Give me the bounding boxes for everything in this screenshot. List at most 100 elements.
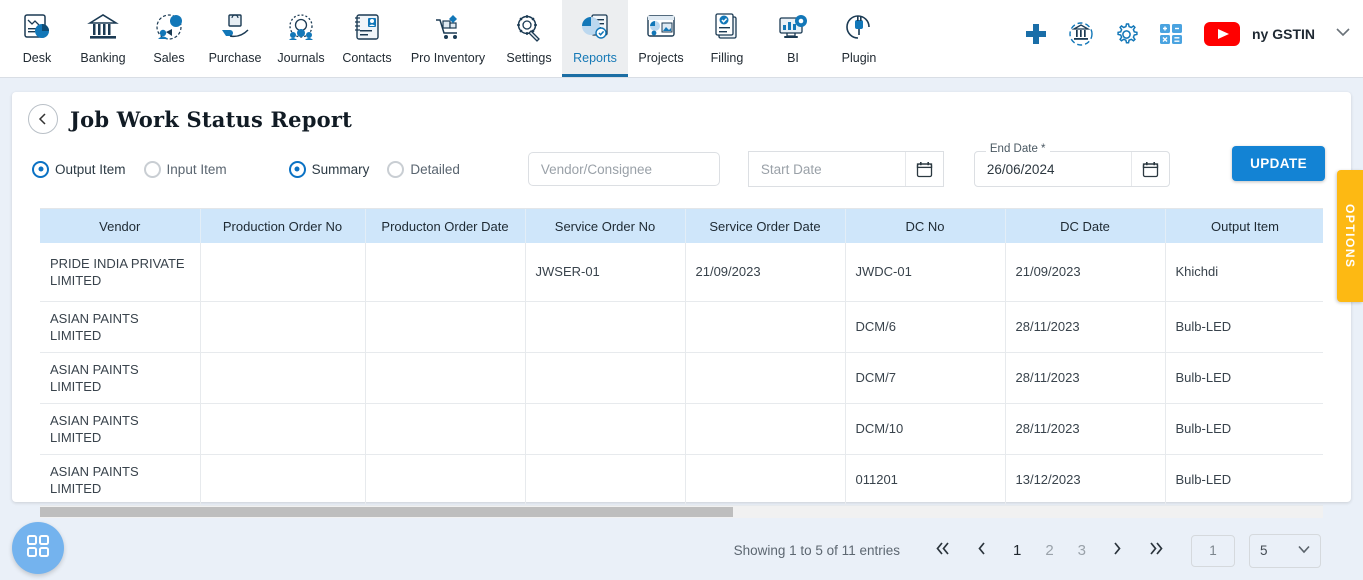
cell-production-order-date (365, 301, 526, 353)
report-table: Vendor Production Order No Producton Ord… (40, 209, 1323, 506)
nav-item-settings[interactable]: Settings (496, 0, 562, 77)
vendor-consignee-input[interactable]: Vendor/Consignee (527, 152, 720, 186)
table-body: PRIDE INDIA PRIVATE LIMITED JWSER-01 21/… (40, 243, 1323, 506)
radio-group-detail-mode: Summary Detailed (288, 160, 478, 178)
nav-item-reports[interactable]: Reports (562, 0, 628, 77)
cell-production-order-no (200, 454, 366, 506)
table-row[interactable]: ASIAN PAINTS LIMITED DCM/10 28/11/2023 B… (40, 403, 1323, 455)
options-side-tab[interactable]: OPTIONS (1337, 170, 1363, 302)
page-number-input[interactable]: 1 (1191, 534, 1235, 567)
reports-icon (578, 6, 612, 50)
scrollbar-thumb[interactable] (40, 506, 733, 517)
back-button[interactable] (28, 104, 58, 134)
col-production-order-date[interactable]: Producton Order Date (365, 209, 526, 243)
col-dc-date[interactable]: DC Date (1005, 209, 1166, 243)
col-service-order-date[interactable]: Service Order Date (685, 209, 846, 243)
cell-production-order-date (365, 243, 526, 302)
end-date-field: End Date * 26/06/2024 (973, 143, 1170, 187)
contacts-icon (350, 6, 384, 50)
end-date-input[interactable]: 26/06/2024 (973, 151, 1170, 187)
radio-output-item[interactable]: Output Item (32, 160, 126, 178)
radio-group-item-type: Output Item Input Item (32, 160, 245, 178)
chevron-right-icon[interactable] (1098, 537, 1136, 564)
nav-item-projects[interactable]: Projects (628, 0, 694, 77)
page-title: Job Work Status Report (70, 106, 352, 132)
table-row[interactable]: ASIAN PAINTS LIMITED DCM/6 28/11/2023 Bu… (40, 301, 1323, 353)
cell-service-order-date (685, 301, 846, 353)
table-header-row: Vendor Production Order No Producton Ord… (40, 209, 1323, 243)
gear-icon[interactable] (1113, 21, 1140, 48)
col-vendor[interactable]: Vendor (40, 209, 201, 243)
col-production-order-no[interactable]: Production Order No (200, 209, 366, 243)
card-header: Job Work Status Report (12, 92, 1351, 134)
chevron-left-icon[interactable] (963, 537, 1001, 564)
chevron-down-icon[interactable] (1333, 22, 1353, 47)
nav-label: Settings (506, 51, 552, 65)
radio-detailed[interactable]: Detailed (387, 160, 460, 178)
nav-items: Desk Banking Sales Purchase Journals Con… (0, 0, 892, 77)
calendar-icon[interactable] (904, 152, 943, 186)
nav-label: Purchase (208, 51, 262, 65)
page-number-2[interactable]: 2 (1033, 538, 1065, 563)
radio-dot-icon (143, 160, 161, 178)
table-row[interactable]: ASIAN PAINTS LIMITED DCM/7 28/11/2023 Bu… (40, 352, 1323, 404)
plus-icon[interactable] (1023, 21, 1049, 47)
cell-vendor: ASIAN PAINTS LIMITED (40, 301, 201, 353)
options-tab-label: OPTIONS (1343, 203, 1357, 269)
nav-item-filling[interactable]: Filling (694, 0, 760, 77)
plugin-icon (842, 6, 876, 50)
nav-item-banking[interactable]: Banking (70, 0, 136, 77)
chevron-double-right-icon[interactable] (1136, 537, 1177, 564)
cell-output-item: Bulb-LED (1165, 454, 1323, 506)
page-size-select[interactable]: 5 (1249, 533, 1321, 568)
cell-vendor: ASIAN PAINTS LIMITED (40, 352, 201, 404)
bank-sync-icon[interactable] (1067, 20, 1095, 48)
nav-item-purchase[interactable]: Purchase (202, 0, 268, 77)
cell-service-order-no (525, 403, 686, 455)
table-scroll-viewport[interactable]: Vendor Production Order No Producton Ord… (40, 208, 1323, 506)
table-horizontal-scrollbar[interactable] (40, 505, 1323, 518)
nav-item-journals[interactable]: Journals (268, 0, 334, 77)
col-output-item[interactable]: Output Item (1165, 209, 1323, 243)
cell-output-item: Bulb-LED (1165, 352, 1323, 404)
cell-dc-no: JWDC-01 (845, 243, 1006, 302)
youtube-icon[interactable] (1202, 20, 1242, 48)
nav-item-bi[interactable]: BI (760, 0, 826, 77)
radio-input-item[interactable]: Input Item (143, 160, 227, 178)
start-date-input[interactable]: Start Date (747, 151, 944, 187)
cell-dc-date: 28/11/2023 (1005, 403, 1166, 455)
cell-dc-no: DCM/10 (845, 403, 1006, 455)
page-size-value: 5 (1260, 543, 1268, 558)
update-button[interactable]: UPDATE (1232, 146, 1325, 181)
chevron-double-left-icon[interactable] (922, 537, 963, 564)
col-dc-no[interactable]: DC No (845, 209, 1006, 243)
projects-icon (644, 6, 678, 50)
cell-vendor: ASIAN PAINTS LIMITED (40, 403, 201, 455)
col-service-order-no[interactable]: Service Order No (525, 209, 686, 243)
nav-item-plugin[interactable]: Plugin (826, 0, 892, 77)
apps-fab-button[interactable] (12, 522, 64, 574)
gstin-label: ny GSTIN (1251, 26, 1315, 42)
cell-service-order-no (525, 352, 686, 404)
nav-label: Projects (638, 51, 684, 65)
calendar-icon[interactable] (1130, 152, 1169, 186)
table-row[interactable]: ASIAN PAINTS LIMITED 011201 13/12/2023 B… (40, 454, 1323, 506)
nav-item-contacts[interactable]: Contacts (334, 0, 400, 77)
nav-item-desk[interactable]: Desk (4, 0, 70, 77)
page-number-1[interactable]: 1 (1001, 538, 1033, 563)
radio-label: Summary (311, 161, 370, 177)
cell-dc-date: 28/11/2023 (1005, 301, 1166, 353)
page-number-3[interactable]: 3 (1066, 538, 1098, 563)
radio-dot-icon (32, 160, 49, 178)
cell-output-item: Khichdi (1165, 243, 1323, 302)
calculator-icon[interactable] (1158, 21, 1184, 47)
nav-item-pro-inventory[interactable]: Pro Inventory (400, 0, 496, 77)
nav-item-sales[interactable]: Sales (136, 0, 202, 77)
radio-summary[interactable]: Summary (288, 160, 370, 178)
cell-service-order-date: 21/09/2023 (685, 243, 846, 302)
radio-dot-icon (288, 160, 306, 178)
cell-dc-date: 13/12/2023 (1005, 454, 1166, 506)
cell-output-item: Bulb-LED (1165, 403, 1323, 455)
table-row[interactable]: PRIDE INDIA PRIVATE LIMITED JWSER-01 21/… (40, 243, 1323, 302)
radio-dot-icon (387, 160, 405, 178)
